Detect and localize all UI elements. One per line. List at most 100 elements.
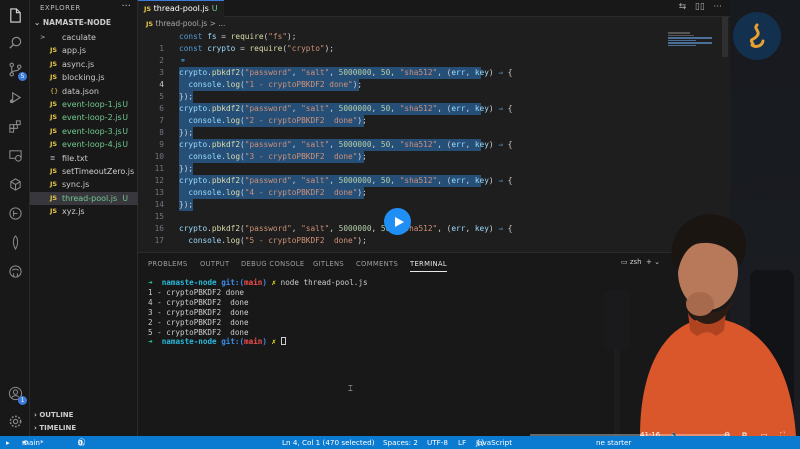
code-line: 13 crypto.pbkdf2("password", "salt", 500…: [154, 175, 513, 197]
file-tree-item[interactable]: {} data.json: [30, 85, 138, 98]
containers-icon[interactable]: [6, 175, 24, 193]
git-status-badge: U: [122, 113, 129, 123]
file-name: blocking.js: [62, 73, 105, 83]
file-tree-item[interactable]: > caculate: [30, 31, 138, 44]
editor-scrollbar[interactable]: [722, 17, 728, 57]
file-tree-item[interactable]: ≡ file.txt: [30, 152, 138, 165]
js-file-icon: JS: [50, 99, 58, 108]
timeline-section[interactable]: › TIMELINE: [34, 424, 76, 432]
explorer-title: EXPLORER: [40, 4, 81, 12]
outline-section[interactable]: › OUTLINE: [34, 411, 73, 419]
js-file-icon: JS: [50, 113, 58, 122]
file-name: file.txt: [62, 153, 88, 163]
file-tree-item[interactable]: JS async.js: [30, 58, 138, 71]
source-control-icon[interactable]: 5: [6, 60, 27, 81]
files-icon[interactable]: [6, 6, 24, 24]
js-file-icon: JS: [50, 46, 58, 55]
breadcrumb-file: thread-pool.js: [155, 19, 208, 28]
breadcrumb[interactable]: JS thread-pool.js > ...: [146, 19, 225, 28]
mongodb-icon[interactable]: [6, 233, 24, 251]
js-file-icon: JS: [50, 180, 58, 189]
editor-actions: ⇆ ▯▯ ···: [679, 2, 722, 12]
code-line: 5 console.log("1 - cryptoPBKDF2 done");: [159, 79, 363, 101]
tab-debug-console[interactable]: DEBUG CONSOLE: [241, 260, 304, 268]
file-tree-item[interactable]: JS thread-pool.js U: [30, 191, 138, 206]
tab-output[interactable]: OUTPUT: [200, 260, 230, 268]
extensions-icon[interactable]: [6, 117, 24, 135]
file-tree-item[interactable]: JS event-loop-4.js U: [30, 138, 138, 151]
tab-comments[interactable]: COMMENTS: [356, 260, 398, 268]
git-status-badge: U: [122, 140, 129, 150]
search-icon[interactable]: [6, 33, 24, 51]
file-tree-item[interactable]: JS event-loop-3.js U: [30, 125, 138, 138]
explorer-sidebar: EXPLORER ··· ⌄ NAMASTE-NODE > caculate JS a…: [30, 0, 138, 436]
code-line: 2 const crypto = require("crypto");: [159, 44, 334, 65]
mouse-cursor-icon: ⌶: [348, 384, 353, 393]
file-name: caculate: [62, 33, 96, 42]
lightbulb-icon[interactable]: ⚭: [180, 55, 186, 67]
code-line: 7 crypto.pbkdf2("password", "salt", 5000…: [159, 103, 513, 125]
source-control-badge: 5: [18, 72, 27, 81]
file-name: xyz.js: [62, 207, 85, 217]
remote-indicator-icon[interactable]: ▸: [6, 436, 10, 449]
tab-thread-pool[interactable]: JS thread-pool.js U: [138, 0, 224, 17]
file-tree-item[interactable]: JS app.js: [30, 44, 138, 57]
tab-status: U: [211, 4, 218, 13]
git-status-badge: U: [122, 193, 129, 203]
file-tree-item[interactable]: JS sync.js: [30, 178, 138, 191]
tab-label: thread-pool.js: [153, 4, 209, 13]
cursor-position[interactable]: Ln 4, Col 1 (470 selected): [282, 436, 375, 449]
code-line: 10 crypto.pbkdf2("password", "salt", 500…: [154, 139, 513, 161]
workspace-root[interactable]: ⌄ NAMASTE-NODE: [34, 18, 111, 27]
js-file-icon: JS: [50, 140, 58, 149]
tab-terminal[interactable]: TERMINAL: [410, 260, 447, 272]
file-name: event-loop-4.js: [62, 140, 122, 150]
github-icon[interactable]: [6, 262, 24, 280]
remote-explorer-icon[interactable]: [6, 146, 24, 164]
file-name: event-loop-2.js: [62, 113, 122, 123]
js-file-icon: JS: [50, 193, 58, 202]
js-file-icon: JS: [50, 166, 58, 175]
end-of-line[interactable]: LF: [458, 436, 466, 449]
encoding[interactable]: UTF-8: [427, 436, 448, 449]
file-name: event-loop-1.js: [62, 99, 122, 109]
tab-problems[interactable]: PROBLEMS: [148, 260, 188, 268]
file-name: sync.js: [62, 180, 90, 190]
split-editor-icon[interactable]: ▯▯: [695, 2, 705, 12]
indentation[interactable]: Spaces: 2: [383, 436, 418, 449]
file-tree: > caculate JS app.js JS async.js JS blocking.js…: [30, 31, 138, 218]
code-line: 9 });: [159, 127, 194, 149]
status-bar: ▸ ⑂ main* ⟲ ⓧ 0 ⚠ 0 ⓘ 0 Ln 4, Col 1 (470…: [0, 436, 800, 449]
settings-gear-icon[interactable]: [6, 412, 24, 430]
play-icon: [394, 216, 404, 227]
chevron-down-icon: ⌄: [34, 18, 43, 27]
breadcrumb-rest: > ...: [209, 19, 226, 28]
terminal-output[interactable]: ➜ namaste-node git:(main) ✗ node thread-…: [148, 278, 368, 347]
code-line: 3 ⚭: [159, 55, 186, 77]
chevron-right-icon: >: [40, 33, 46, 41]
gitlens-icon[interactable]: [6, 204, 24, 222]
account-icon[interactable]: 1: [6, 384, 27, 405]
compare-icon[interactable]: ⇆: [679, 2, 687, 12]
file-tree-item[interactable]: JS event-loop-2.js U: [30, 111, 138, 124]
git-status-badge: U: [122, 99, 129, 109]
git-status-badge: U: [122, 126, 129, 136]
minimap[interactable]: [668, 32, 716, 52]
accounts-badge: 1: [18, 396, 27, 405]
file-name: thread-pool.js: [62, 193, 118, 203]
file-tree-item[interactable]: JS blocking.js: [30, 71, 138, 84]
more-icon[interactable]: ···: [713, 2, 722, 12]
file-tree-item[interactable]: JS event-loop-1.js U: [30, 98, 138, 111]
code-line: 6 });: [159, 91, 194, 113]
video-play-button[interactable]: [384, 208, 411, 235]
run-debug-icon[interactable]: [6, 88, 24, 106]
file-tree-item[interactable]: JS setTimeoutZero.js: [30, 165, 138, 178]
file-name: app.js: [62, 46, 86, 56]
file-name: event-loop-3.js: [62, 126, 122, 136]
js-file-icon: JS: [146, 20, 154, 28]
file-tree-item[interactable]: JS xyz.js: [30, 205, 138, 218]
tab-gitlens[interactable]: GITLENS: [313, 260, 344, 268]
text-file-icon: ≡: [50, 153, 56, 162]
more-actions-icon[interactable]: ···: [121, 1, 131, 12]
js-file-icon: JS: [144, 5, 152, 13]
